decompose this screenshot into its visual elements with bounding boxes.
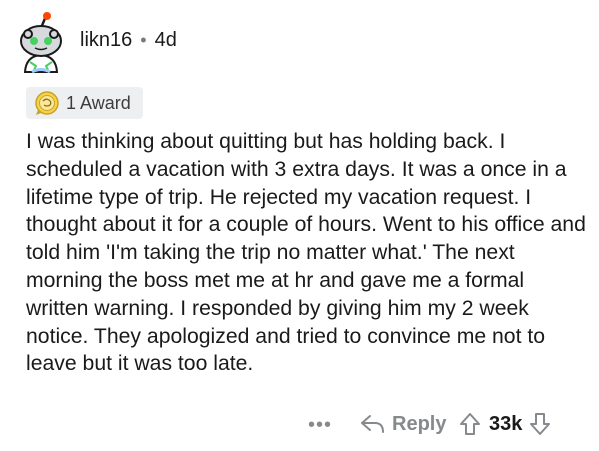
upvote-arrow-icon[interactable] xyxy=(459,412,481,436)
reply-button[interactable]: Reply xyxy=(360,412,446,436)
comment-age[interactable]: 4d xyxy=(155,29,177,52)
more-options-button[interactable]: ••• xyxy=(308,414,332,437)
comment-meta: likn16 • 4d xyxy=(80,29,177,52)
comment: likn16 • 4d 1 Award I was thinking about… xyxy=(0,0,599,451)
meta-separator: • xyxy=(140,29,147,50)
award-badge[interactable]: 1 Award xyxy=(26,87,143,119)
avatar-icon[interactable] xyxy=(14,10,68,76)
award-medal-icon xyxy=(35,91,59,115)
vote-controls: 33k xyxy=(459,412,551,436)
reply-label: Reply xyxy=(392,412,447,435)
comment-actions: ••• Reply 33k xyxy=(0,410,599,444)
comment-header: likn16 • 4d xyxy=(14,8,177,78)
reply-arrow-icon xyxy=(361,415,384,433)
author-username[interactable]: likn16 xyxy=(80,29,132,52)
downvote-arrow-icon[interactable] xyxy=(529,412,551,436)
award-count: 1 Award xyxy=(66,92,131,113)
comment-body: I was thinking about quitting but has ho… xyxy=(26,130,586,376)
vote-score: 33k xyxy=(489,412,523,435)
